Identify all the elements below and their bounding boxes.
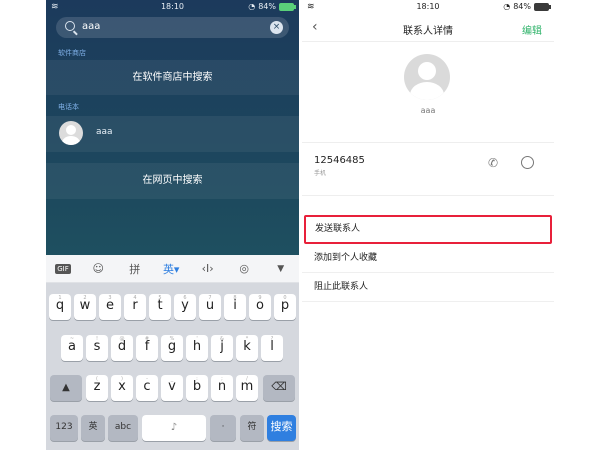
- key-w[interactable]: 2w: [74, 294, 96, 320]
- pinyin-button[interactable]: 拼: [126, 261, 144, 277]
- search-toolbar-icon[interactable]: ◎: [235, 262, 253, 275]
- key-k[interactable]: * k: [236, 335, 258, 361]
- key-g[interactable]: % g: [161, 335, 183, 361]
- key-a[interactable]: ~ a: [61, 335, 83, 361]
- key-x[interactable]: ) x: [111, 375, 133, 401]
- key-f[interactable]: # f: [136, 335, 158, 361]
- key-t[interactable]: 5t: [149, 294, 171, 320]
- key-u[interactable]: 7u: [199, 294, 221, 320]
- key-d[interactable]: @ d: [111, 335, 133, 361]
- key-n[interactable]: ; n: [211, 375, 233, 401]
- page-title: 联系人详情: [403, 26, 453, 37]
- battery-icon: [279, 2, 296, 11]
- key-c[interactable]: -c: [136, 375, 158, 401]
- english-mode-button[interactable]: 英▾: [162, 261, 180, 277]
- key-o[interactable]: 9o: [249, 294, 271, 320]
- key-v[interactable]: _ v: [161, 375, 183, 401]
- language-key[interactable]: 英: [81, 415, 105, 441]
- battery-percent: 84%: [513, 2, 531, 11]
- nav-bar: ‹ 联系人详情 编辑: [302, 14, 554, 42]
- section-label-store: 软件商店: [58, 49, 86, 57]
- backspace-icon: ⌫: [271, 380, 287, 393]
- cursor-icon[interactable]: ‹I›: [199, 262, 217, 275]
- microphone-icon: ♪: [170, 422, 178, 433]
- send-contact-item[interactable]: 发送联系人: [304, 215, 552, 244]
- search-query: aaa: [82, 21, 101, 32]
- status-bar: ≋ 18:10 ◔ 84%: [46, 0, 299, 14]
- key-q[interactable]: 1q: [49, 294, 71, 320]
- symbols-cn-key[interactable]: 符: [240, 415, 264, 441]
- search-input[interactable]: aaa ×: [56, 17, 289, 38]
- search-screen: ≋ 18:10 ◔ 84% aaa × 软件商店 在软件商店中搜索 电话本 aa…: [46, 0, 299, 450]
- key-h[interactable]: ' h: [186, 335, 208, 361]
- search-icon: [65, 21, 75, 31]
- section-label-contacts: 电话本: [58, 103, 79, 111]
- backspace-key[interactable]: ⌫: [263, 375, 295, 401]
- divider: [302, 142, 554, 143]
- key-b[interactable]: :b: [186, 375, 208, 401]
- phone-number[interactable]: 12546485: [314, 155, 365, 166]
- divider: [302, 195, 554, 196]
- key-r[interactable]: 4r: [124, 294, 146, 320]
- contact-detail-screen: ≋ 18:10 ◔ 84% ‹ 联系人详情 编辑 aaa 12546485 手机…: [302, 0, 554, 450]
- avatar: [404, 54, 450, 100]
- action-list: 发送联系人 添加到个人收藏 阻止此联系人: [302, 215, 554, 302]
- shift-key[interactable]: ▲: [50, 375, 82, 401]
- keyboard: 1q 2w 3e 4r 5t 6y 7u 8i 9o 0p ~ a ! s @ d #…: [46, 283, 299, 450]
- key-e[interactable]: 3e: [99, 294, 121, 320]
- battery-percent: 84%: [258, 2, 276, 11]
- key-s[interactable]: ! s: [86, 335, 108, 361]
- alarm-icon: ◔: [248, 2, 256, 11]
- emoji-icon[interactable]: ☺: [89, 262, 107, 275]
- gif-icon[interactable]: GIF: [55, 263, 71, 274]
- key-i[interactable]: 8i: [224, 294, 246, 320]
- status-bar: ≋ 18:10 ◔ 84%: [302, 0, 554, 14]
- key-m[interactable]: / m: [236, 375, 258, 401]
- search-in-store-row[interactable]: 在软件商店中搜索: [46, 60, 299, 95]
- phone-type: 手机: [314, 170, 327, 177]
- alarm-icon: ◔: [503, 2, 511, 11]
- number-key[interactable]: 123: [50, 415, 78, 441]
- hide-keyboard-icon[interactable]: ▼: [272, 264, 290, 274]
- avatar: [59, 121, 83, 145]
- key-z[interactable]: (z: [86, 375, 108, 401]
- search-web-row[interactable]: 在网页中搜索: [46, 163, 299, 199]
- keyboard-toolbar: GIF ☺ 拼 英▾ ‹I› ◎ ▼: [46, 255, 299, 283]
- space-key[interactable]: ♪: [142, 415, 206, 441]
- dot-key[interactable]: ·: [210, 415, 236, 441]
- key-p[interactable]: 0p: [274, 294, 296, 320]
- shift-icon: ▲: [62, 382, 70, 393]
- contact-name: aaa: [96, 127, 113, 137]
- contact-result-row[interactable]: aaa: [46, 116, 299, 152]
- message-icon[interactable]: [521, 156, 534, 169]
- add-to-favorites-item[interactable]: 添加到个人收藏: [302, 244, 554, 273]
- call-icon[interactable]: ✆: [488, 156, 498, 170]
- clear-icon[interactable]: ×: [270, 21, 283, 34]
- symbol-key[interactable]: abc: [108, 415, 138, 441]
- block-contact-item[interactable]: 阻止此联系人: [302, 273, 554, 302]
- edit-button[interactable]: 编辑: [522, 22, 542, 37]
- key-y[interactable]: 6y: [174, 294, 196, 320]
- key-j[interactable]: & j: [211, 335, 233, 361]
- search-key[interactable]: 搜索: [267, 415, 296, 441]
- battery-icon: [534, 2, 551, 11]
- contact-name: aaa: [420, 106, 436, 115]
- key-l[interactable]: ? l: [261, 335, 283, 361]
